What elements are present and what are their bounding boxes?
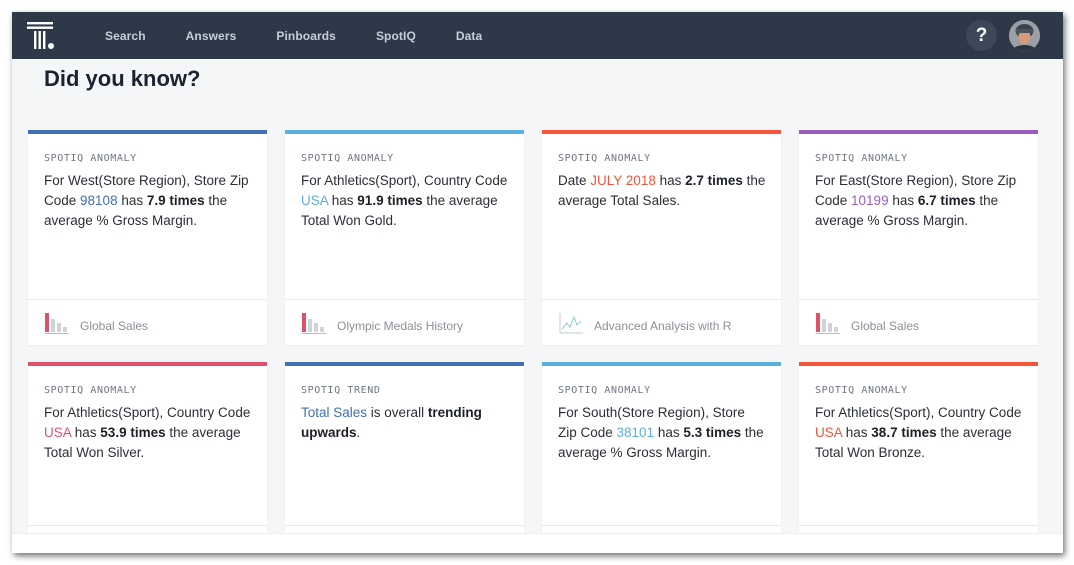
insight-highlight-value: USA	[301, 193, 329, 208]
bar-chart-icon	[302, 312, 326, 334]
insight-card[interactable]: SPOTIQ ANOMALY For Athletics(Sport), Coun…	[285, 130, 524, 345]
insight-text-segment: has	[842, 425, 872, 440]
source-link[interactable]: Olympic Medals History	[285, 299, 524, 345]
insight-card[interactable]: SPOTIQ ANOMALY For Athletics(Sport), Coun…	[799, 362, 1038, 536]
insight-text-segment: has	[654, 425, 684, 440]
insight-highlight-value: JULY 2018	[590, 173, 656, 188]
insight-type-label: SPOTIQ ANOMALY	[558, 153, 651, 164]
insight-multiplier: 53.9 times	[100, 425, 166, 440]
insight-multiplier: 38.7 times	[871, 425, 937, 440]
source-name: Global Sales	[80, 318, 149, 333]
insight-highlight-value: 98108	[80, 193, 118, 208]
insight-card[interactable]: SPOTIQ ANOMALY For South(Store Region), S…	[542, 362, 781, 536]
insight-text: For Athletics(Sport), Country Code USA h…	[301, 171, 510, 231]
insight-card[interactable]: SPOTIQ ANOMALY For West(Store Region), St…	[28, 130, 267, 345]
page-title: Did you know?	[44, 66, 201, 91]
source-name: Olympic Medals History	[337, 318, 464, 333]
top-nav-bar: Search Answers Pinboards SpotIQ Data ?	[12, 12, 1063, 59]
insight-type-label: SPOTIQ ANOMALY	[44, 385, 137, 396]
insight-text-segment: has	[888, 193, 918, 208]
insight-type-label: SPOTIQ ANOMALY	[815, 153, 908, 164]
insight-highlight-value: 38101	[616, 425, 655, 440]
insight-card[interactable]: SPOTIQ ANOMALY Date JULY 2018 has 2.7 tim…	[542, 130, 781, 345]
insight-text: For East(Store Region), Store Zip Code 1…	[815, 171, 1024, 231]
insight-text-segment: has	[71, 425, 101, 440]
avatar-photo-icon	[1009, 20, 1040, 51]
insight-card[interactable]: SPOTIQ TREND Total Sales is overall trend…	[285, 362, 524, 536]
insight-card[interactable]: SPOTIQ ANOMALY For East(Store Region), St…	[799, 130, 1038, 345]
insight-type-label: SPOTIQ ANOMALY	[301, 153, 394, 164]
nav-answers[interactable]: Answers	[186, 29, 237, 43]
insight-text-segment: For Athletics(Sport), Country Code	[44, 405, 251, 420]
app-window: Search Answers Pinboards SpotIQ Data ? D…	[12, 12, 1063, 553]
source-link[interactable]: Global Sales	[28, 299, 267, 345]
insight-highlight-value: USA	[44, 425, 72, 440]
help-icon: ?	[975, 24, 988, 46]
insight-multiplier: 5.3 times	[683, 425, 742, 440]
user-avatar[interactable]	[1009, 20, 1040, 51]
insight-text: Date JULY 2018 has 2.7 times the average…	[558, 171, 767, 211]
bar-chart-icon	[45, 312, 69, 334]
insight-type-label: SPOTIQ ANOMALY	[815, 385, 908, 396]
source-link[interactable]: Advanced Analysis with R	[542, 299, 781, 345]
source-link[interactable]: Global Sales	[799, 299, 1038, 345]
insight-text-segment: Date	[558, 173, 591, 188]
insight-multiplier: 7.9 times	[146, 193, 205, 208]
nav-pinboards[interactable]: Pinboards	[276, 29, 336, 43]
insight-text-segment: has	[328, 193, 358, 208]
insight-multiplier: 6.7 times	[917, 193, 976, 208]
insight-multiplier: 91.9 times	[357, 193, 423, 208]
insight-text: For South(Store Region), Store Zip Code …	[558, 403, 767, 463]
insight-text-segment: is overall	[367, 405, 428, 420]
insight-highlight-value: 10199	[851, 193, 889, 208]
insight-type-label: SPOTIQ ANOMALY	[44, 153, 137, 164]
insight-text: For Athletics(Sport), Country Code USA h…	[44, 403, 253, 463]
nav-spotiq[interactable]: SpotIQ	[376, 29, 416, 43]
insight-highlight-value: Total Sales	[301, 405, 368, 420]
insight-text: Total Sales is overall trending upwards.	[301, 403, 510, 443]
insight-text-segment: .	[356, 425, 361, 440]
insight-text-segment: has	[117, 193, 147, 208]
nav-data[interactable]: Data	[456, 29, 482, 43]
thoughtspot-logo-icon[interactable]	[26, 21, 58, 51]
insight-text: For Athletics(Sport), Country Code USA h…	[815, 403, 1024, 463]
source-name: Advanced Analysis with R	[594, 318, 732, 333]
insight-type-label: SPOTIQ ANOMALY	[558, 385, 651, 396]
source-name: Global Sales	[851, 318, 920, 333]
line-chart-icon	[559, 312, 583, 333]
main-nav: Search Answers Pinboards SpotIQ Data	[105, 12, 522, 59]
insight-card[interactable]: SPOTIQ ANOMALY For Athletics(Sport), Coun…	[28, 362, 267, 536]
help-button[interactable]: ?	[966, 20, 997, 51]
nav-search[interactable]: Search	[105, 29, 146, 43]
insight-type-label: SPOTIQ TREND	[301, 385, 381, 396]
insight-text: For West(Store Region), Store Zip Code 9…	[44, 171, 253, 231]
bottom-strip	[12, 533, 1063, 553]
insight-highlight-value: USA	[815, 425, 843, 440]
insight-text-segment: For Athletics(Sport), Country Code	[301, 173, 508, 188]
insight-text-segment: For Athletics(Sport), Country Code	[815, 405, 1022, 420]
insight-text-segment: has	[655, 173, 686, 188]
insight-multiplier: 2.7 times	[685, 173, 743, 188]
bar-chart-icon	[816, 312, 840, 334]
